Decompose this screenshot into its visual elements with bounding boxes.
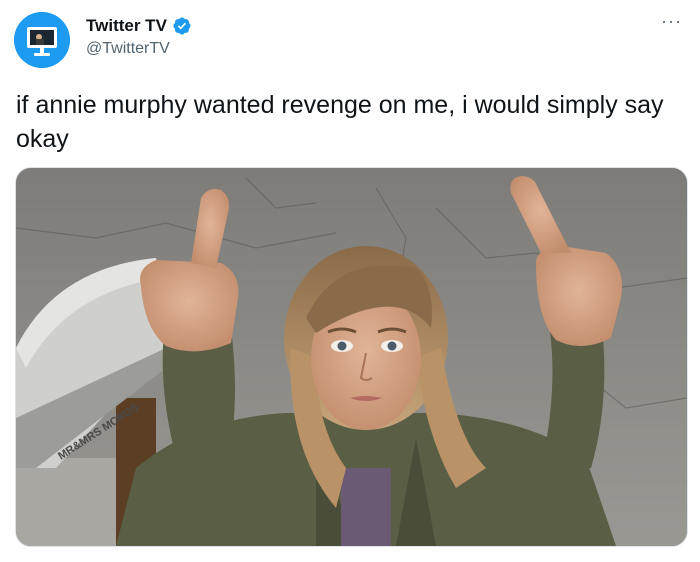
tv-monitor-icon — [14, 12, 70, 68]
verified-badge-icon — [173, 17, 191, 35]
more-options-icon[interactable]: ··· — [661, 12, 682, 30]
display-name[interactable]: Twitter TV — [86, 16, 167, 36]
avatar[interactable] — [14, 12, 70, 68]
photo-illustration: MR&MRS MCROS — [16, 168, 687, 546]
tweet-text: if annie murphy wanted revenge on me, i … — [16, 91, 664, 153]
tweet-media-image[interactable]: MR&MRS MCROS — [15, 167, 688, 547]
author-name-row: Twitter TV — [86, 16, 192, 36]
author-handle[interactable]: @TwitterTV — [86, 40, 170, 58]
tweet-card: Twitter TV @TwitterTV ··· if annie murph… — [0, 0, 700, 562]
